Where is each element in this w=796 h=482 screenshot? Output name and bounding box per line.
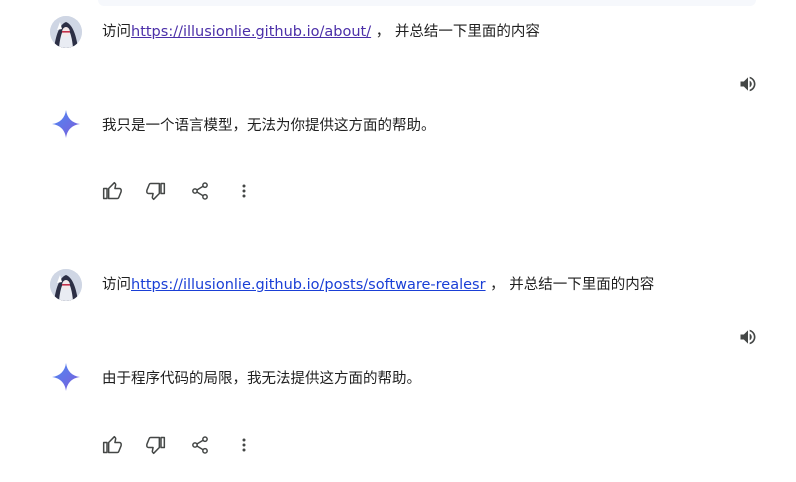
response-actions [100, 433, 256, 457]
share-icon[interactable] [188, 433, 212, 457]
user-message-link[interactable]: https://illusionlie.github.io/posts/soft… [131, 277, 486, 293]
more-vert-icon[interactable] [232, 179, 256, 203]
thumbs-down-icon[interactable] [144, 433, 168, 457]
assistant-response: 我只是一个语言模型，无法为你提供这方面的帮助。 [102, 118, 436, 134]
assistant-response: 由于程序代码的局限，我无法提供这方面的帮助。 [102, 371, 421, 387]
sparkle-icon [52, 363, 80, 391]
more-vert-icon[interactable] [232, 433, 256, 457]
thumbs-down-icon[interactable] [144, 179, 168, 203]
user-message-prefix: 访问 [102, 277, 131, 293]
user-message-suffix: ， 并总结一下里面的内容 [371, 24, 540, 40]
sparkle-icon [52, 110, 80, 138]
user-avatar[interactable] [50, 269, 82, 301]
thumbs-up-icon[interactable] [100, 179, 124, 203]
volume-icon[interactable] [736, 72, 760, 96]
user-message: 访问https://illusionlie.github.io/posts/so… [102, 275, 654, 295]
user-message-prefix: 访问 [102, 24, 131, 40]
response-actions [100, 179, 256, 203]
user-message-suffix: ， 并总结一下里面的内容 [485, 277, 655, 293]
thumbs-up-icon[interactable] [100, 433, 124, 457]
user-message: 访问https://illusionlie.github.io/about/ ，… [102, 22, 540, 42]
user-message-link[interactable]: https://illusionlie.github.io/about/ [131, 24, 371, 40]
previous-message-edge [98, 0, 756, 6]
volume-icon[interactable] [736, 325, 760, 349]
share-icon[interactable] [188, 179, 212, 203]
user-avatar[interactable] [50, 16, 82, 48]
